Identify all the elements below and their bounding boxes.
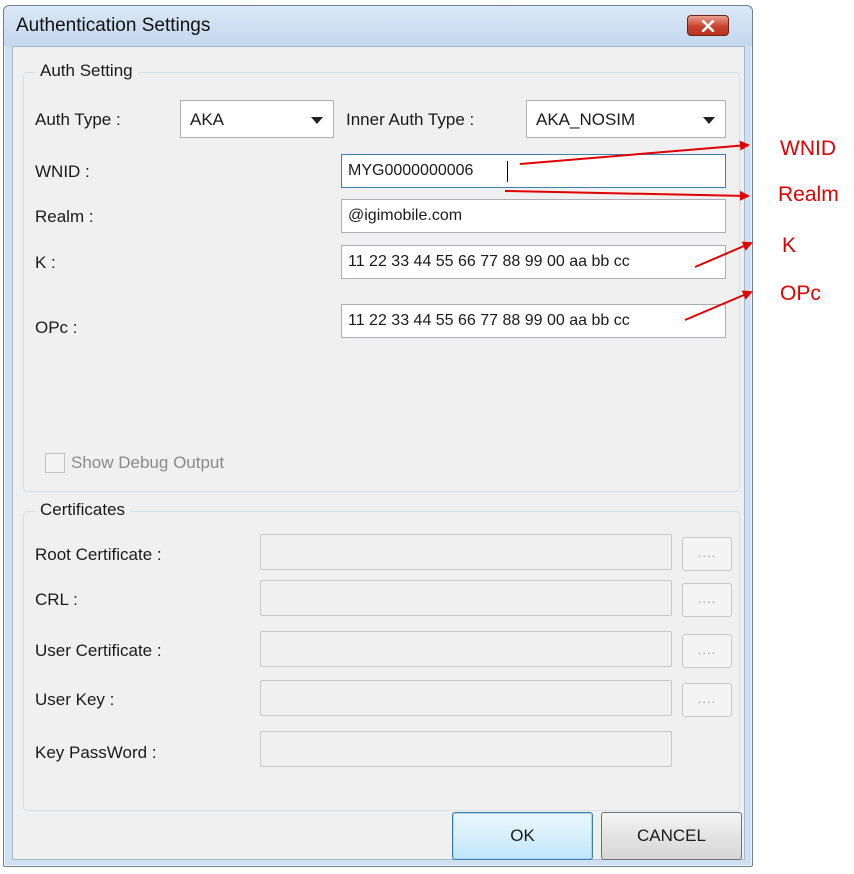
k-annotation: K	[782, 234, 797, 257]
title-bar[interactable]: Authentication Settings	[4, 6, 752, 46]
crl-field[interactable]	[260, 580, 672, 616]
user-certificate-label: User Certificate :	[35, 641, 162, 660]
root-certificate-label: Root Certificate :	[35, 545, 162, 564]
auth-type-select[interactable]: AKA	[180, 100, 334, 138]
k-value: 11 22 33 44 55 66 77 88 99 00 aa bb cc	[348, 253, 630, 270]
user-key-browse-button[interactable]: ....	[682, 683, 732, 717]
auth-type-label: Auth Type :	[35, 110, 121, 129]
user-certificate-field[interactable]	[260, 631, 672, 667]
auth-setting-group-label: Auth Setting	[35, 61, 138, 81]
user-key-label: User Key :	[35, 690, 115, 709]
key-password-field[interactable]	[260, 731, 672, 767]
k-field[interactable]: 11 22 33 44 55 66 77 88 99 00 aa bb cc	[341, 245, 726, 279]
cancel-button[interactable]: CANCEL	[601, 812, 742, 860]
ok-button[interactable]: OK	[452, 812, 593, 860]
realm-annotation: Realm	[778, 183, 839, 206]
chevron-down-icon	[311, 117, 323, 124]
close-icon	[701, 19, 715, 32]
user-key-field[interactable]	[260, 680, 672, 716]
show-debug-checkbox[interactable]	[45, 453, 65, 473]
root-certificate-field[interactable]	[260, 534, 672, 570]
opc-annotation: OPc	[780, 282, 821, 305]
chevron-down-icon	[703, 117, 715, 124]
inner-auth-type-select[interactable]: AKA_NOSIM	[526, 100, 726, 138]
auth-type-value: AKA	[190, 110, 225, 129]
certificates-group-label: Certificates	[35, 500, 131, 520]
opc-value: 11 22 33 44 55 66 77 88 99 00 aa bb cc	[348, 312, 630, 329]
wnid-annotation: WNID	[780, 137, 836, 160]
inner-auth-type-value: AKA_NOSIM	[536, 110, 636, 129]
text-caret	[507, 161, 508, 182]
show-debug-label: Show Debug Output	[71, 453, 225, 472]
wnid-label: WNID :	[35, 162, 90, 181]
opc-label: OPc :	[35, 318, 78, 337]
window-title: Authentication Settings	[16, 15, 211, 36]
root-certificate-browse-button[interactable]: ....	[682, 537, 732, 571]
wnid-field[interactable]: MYG0000000006	[341, 154, 726, 188]
wnid-value: MYG0000000006	[348, 162, 474, 179]
dialog-body: Auth Setting Auth Type : AKA Inner Auth …	[12, 46, 745, 860]
realm-value: @igimobile.com	[348, 207, 463, 224]
k-label: K :	[35, 253, 56, 272]
crl-browse-button[interactable]: ....	[682, 583, 732, 617]
auth-settings-dialog: Authentication Settings Auth Setting Aut…	[3, 5, 753, 867]
close-button[interactable]	[687, 15, 729, 36]
key-password-label: Key PassWord :	[35, 743, 157, 762]
opc-field[interactable]: 11 22 33 44 55 66 77 88 99 00 aa bb cc	[341, 304, 726, 338]
user-certificate-browse-button[interactable]: ....	[682, 634, 732, 668]
crl-label: CRL :	[35, 590, 78, 609]
realm-label: Realm :	[35, 207, 94, 226]
realm-field[interactable]: @igimobile.com	[341, 199, 726, 233]
inner-auth-type-label: Inner Auth Type :	[346, 110, 475, 129]
